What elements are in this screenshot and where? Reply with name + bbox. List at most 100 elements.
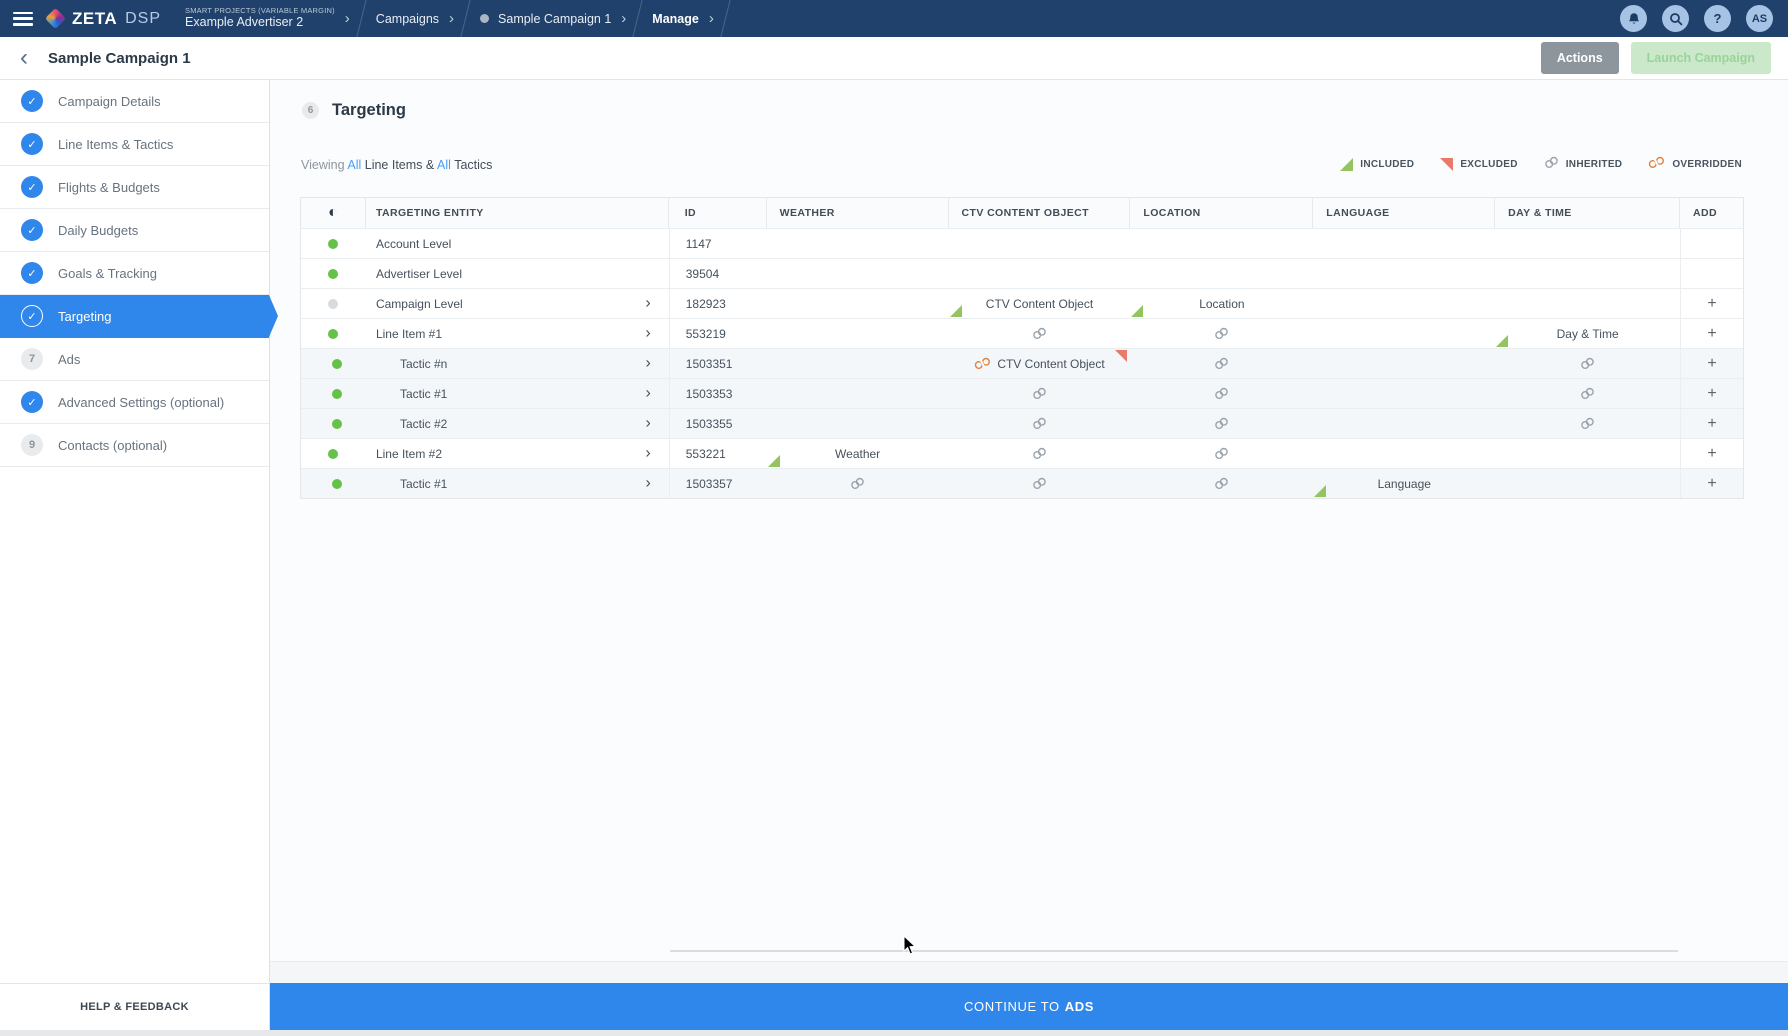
- weather-cell: [767, 379, 949, 408]
- viewing-all-tactics-link[interactable]: All: [437, 158, 451, 172]
- language-cell: [1313, 409, 1495, 438]
- table-row-line-item-2-553221: Line Item #2 › 553221 Weather +: [301, 438, 1743, 468]
- status-cell: [301, 319, 366, 348]
- legend-label: INHERITED: [1565, 158, 1623, 170]
- entity-label: Campaign Level: [375, 296, 463, 311]
- id-value: 1503353: [685, 386, 733, 401]
- breadcrumb-item-sample-campaign-1[interactable]: Sample Campaign 1 ›: [466, 0, 643, 37]
- entity-label: Tactic #n: [399, 356, 448, 371]
- help-feedback-button[interactable]: HELP & FEEDBACK: [0, 983, 270, 1030]
- notifications-button[interactable]: [1620, 5, 1647, 32]
- add-targeting-button[interactable]: +: [1707, 355, 1716, 372]
- excluded-triangle: [1440, 157, 1454, 171]
- expand-chevron-icon[interactable]: ›: [645, 414, 650, 432]
- column-header-ctv: CTV CONTENT OBJECT: [949, 198, 1131, 228]
- inherited-link-icon: [1495, 357, 1680, 370]
- expand-chevron-icon[interactable]: ›: [645, 324, 650, 342]
- sidebar-item-campaign-details[interactable]: ✓ Campaign Details: [0, 80, 269, 123]
- included-label: CTV Content Object: [985, 296, 1094, 311]
- actions-button[interactable]: Actions: [1540, 42, 1619, 74]
- breadcrumb-item-manage[interactable]: Manage ›: [638, 0, 731, 37]
- viewing-summary: Viewing All Line Items & All Tactics: [301, 158, 492, 172]
- back-chevron-icon[interactable]: ‹: [20, 46, 28, 70]
- search-button[interactable]: [1662, 5, 1689, 32]
- navbar-icons: ? AS: [1620, 5, 1788, 32]
- expand-chevron-icon[interactable]: ›: [645, 384, 650, 402]
- ctv-cell: [949, 319, 1131, 348]
- section-heading: 6 Targeting: [302, 101, 406, 120]
- expand-chevron-icon[interactable]: ›: [645, 444, 650, 462]
- language-cell: [1313, 379, 1495, 408]
- sidebar-item-advanced-settings-optional[interactable]: ✓ Advanced Settings (optional): [0, 381, 269, 424]
- legend-excluded: EXCLUDED: [1440, 157, 1517, 171]
- location-cell: [1130, 409, 1313, 438]
- sidebar-item-goals-tracking[interactable]: ✓ Goals & Tracking: [0, 252, 269, 295]
- zeta-dsp-logo[interactable]: ZETA DSP: [44, 7, 161, 30]
- expand-chevron-icon[interactable]: ›: [645, 294, 650, 312]
- add-targeting-button[interactable]: +: [1707, 415, 1716, 432]
- status-dot-green: [332, 418, 343, 429]
- sidebar-item-label: Advanced Settings (optional): [58, 394, 225, 410]
- continue-to-ads-button[interactable]: CONTINUE TO ADS: [270, 983, 1788, 1030]
- included-label: Weather: [835, 446, 881, 461]
- help-button[interactable]: ?: [1704, 5, 1731, 32]
- viewing-all-line-items-link[interactable]: All: [347, 158, 361, 172]
- launch-campaign-button[interactable]: Launch Campaign: [1630, 42, 1771, 74]
- breadcrumb-project-label: SMART PROJECTS (VARIABLE MARGIN): [185, 6, 335, 15]
- campaign-title-bar: ‹ Sample Campaign 1 Actions Launch Campa…: [0, 37, 1788, 80]
- sidebar-item-flights-budgets[interactable]: ✓ Flights & Budgets: [0, 166, 269, 209]
- entity-cell: Line Item #2 ›: [366, 439, 669, 468]
- column-header-entity: TARGETING ENTITY: [366, 198, 669, 228]
- id-value: 39504: [685, 266, 720, 281]
- page-title: Sample Campaign 1: [48, 49, 191, 67]
- status-dot-green: [328, 238, 339, 249]
- add-targeting-button[interactable]: +: [1707, 445, 1716, 462]
- language-cell: [1313, 229, 1495, 258]
- inherited-link-icon: [949, 447, 1131, 460]
- status-dot-green: [328, 328, 339, 339]
- add-targeting-button[interactable]: +: [1707, 295, 1716, 312]
- inherited-link-icon: [949, 387, 1131, 400]
- check-icon: ✓: [21, 305, 43, 327]
- location-cell: [1130, 319, 1313, 348]
- horizontal-scrollbar[interactable]: [670, 950, 1678, 952]
- inherited-link-icon: [1130, 357, 1313, 370]
- ctv-cell: [949, 259, 1131, 288]
- inherited-link-icon: [1130, 447, 1313, 460]
- id-value: 1503357: [685, 476, 733, 491]
- column-header-weather: WEATHER: [767, 198, 949, 228]
- contrast-icon[interactable]: ◐: [328, 204, 338, 222]
- status-dot-green: [332, 478, 343, 489]
- breadcrumb-item-example-advertiser-2[interactable]: SMART PROJECTS (VARIABLE MARGIN) Example …: [171, 0, 367, 37]
- user-avatar[interactable]: AS: [1746, 5, 1773, 32]
- sidebar-item-targeting[interactable]: ✓ Targeting: [0, 295, 269, 338]
- add-targeting-button[interactable]: +: [1707, 385, 1716, 402]
- add-targeting-button[interactable]: +: [1707, 475, 1716, 492]
- sidebar-item-ads[interactable]: 7 Ads: [0, 338, 269, 381]
- step-number-badge: 9: [21, 434, 43, 456]
- table-row-campaign-level-182923: Campaign Level › 182923 CTV Content Object L…: [301, 288, 1743, 318]
- entity-label: Account Level: [375, 236, 452, 251]
- included-triangle-icon: [1496, 335, 1509, 347]
- expand-chevron-icon[interactable]: ›: [645, 354, 650, 372]
- weather-cell: [767, 259, 949, 288]
- sidebar-item-daily-budgets[interactable]: ✓ Daily Budgets: [0, 209, 269, 252]
- add-cell: +: [1680, 319, 1743, 348]
- breadcrumb-label: Campaigns: [375, 11, 440, 26]
- sidebar-item-contacts-optional[interactable]: 9 Contacts (optional): [0, 424, 269, 467]
- section-title: Targeting: [332, 101, 406, 119]
- daytime-cell: Day & Time: [1495, 319, 1680, 348]
- expand-chevron-icon[interactable]: ›: [645, 474, 650, 492]
- breadcrumb-item-campaigns[interactable]: Campaigns ›: [362, 0, 471, 37]
- ctv-cell: [949, 379, 1131, 408]
- weather-cell: [767, 349, 949, 378]
- add-targeting-button[interactable]: +: [1707, 325, 1716, 342]
- legend-overridden: OVERRIDDEN: [1648, 156, 1742, 172]
- hamburger-menu-icon[interactable]: [13, 11, 33, 26]
- sidebar-item-label: Daily Budgets: [58, 222, 139, 238]
- daytime-cell: [1495, 349, 1680, 378]
- viewing-prefix: Viewing: [301, 158, 345, 172]
- search-icon: [1669, 12, 1682, 25]
- chevron-right-icon: ›: [621, 10, 627, 27]
- sidebar-item-line-items-tactics[interactable]: ✓ Line Items & Tactics: [0, 123, 269, 166]
